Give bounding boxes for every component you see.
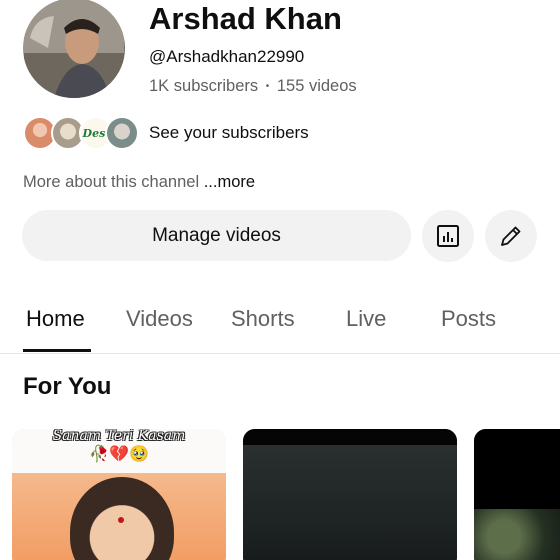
channel-name: Arshad Khan [149,1,342,36]
tab-posts[interactable]: Posts [441,306,496,332]
tab-live[interactable]: Live [346,306,386,332]
subscriber-avatars: Desi [23,113,139,153]
tab-shorts[interactable]: Shorts [231,306,295,332]
channel-avatar-photo [24,0,124,98]
analytics-button[interactable] [422,210,474,262]
manage-videos-button[interactable]: Manage videos [22,210,411,261]
more-link[interactable]: ...more [204,173,255,191]
subscriber-avatar [105,116,139,150]
about-text: More about this channel [23,173,204,191]
video-card[interactable] [474,429,560,560]
stats-separator: • [265,81,270,92]
analytics-icon [437,225,459,247]
thumbnail-band [474,429,560,509]
see-subscribers-row[interactable]: Desi See your subscribers [23,113,309,153]
active-tab-indicator [23,349,91,352]
see-subscribers-link[interactable]: See your subscribers [149,123,309,143]
thumbnail-band [243,429,457,445]
thumbnail-emoji: 🥀💔🥹 [89,446,149,463]
thumbnail-detail [118,517,124,523]
video-thumbnail [243,445,457,560]
channel-description[interactable]: More about this channel ...more [23,172,255,192]
video-count: 155 videos [276,77,357,95]
tab-videos[interactable]: Videos [126,306,193,332]
channel-avatar[interactable] [23,0,125,98]
section-title: For You [23,373,112,400]
video-card[interactable]: Sanam Teri Kasam 🥀💔🥹 [12,429,226,560]
subscriber-count: 1K subscribers [149,77,259,95]
channel-tabs: Home Videos Shorts Live Posts [0,292,560,354]
channel-stats: 1K subscribers • 155 videos [149,76,357,97]
video-card[interactable] [243,429,457,560]
thumbnail-caption: Sanam Teri Kasam [52,429,186,444]
edit-channel-button[interactable] [485,210,537,262]
video-thumbnail [474,509,560,560]
pencil-icon [501,226,521,246]
tab-home[interactable]: Home [26,306,85,332]
channel-handle: @Arshadkhan22990 [149,47,305,66]
